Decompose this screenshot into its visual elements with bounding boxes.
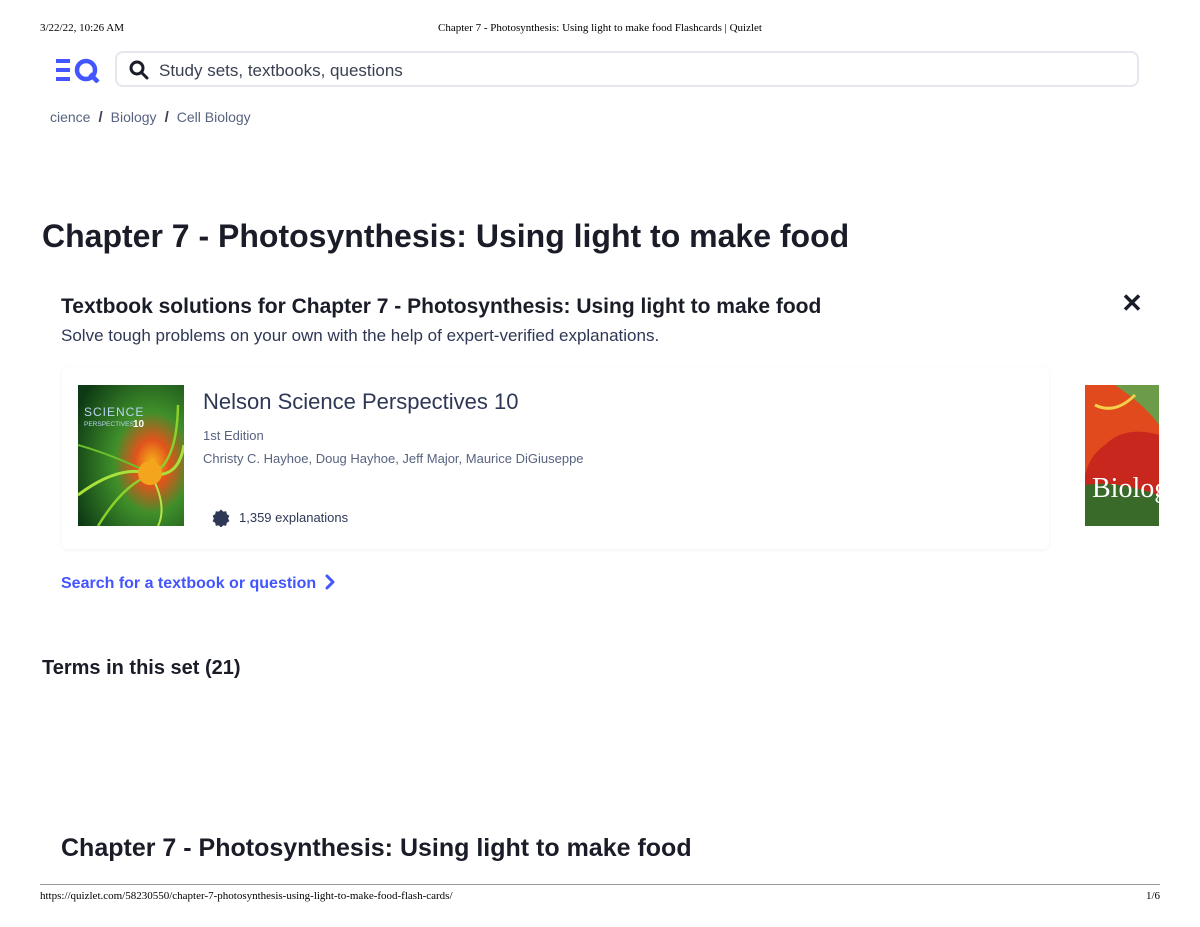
chevron-right-icon [325,574,335,590]
print-footer: https://quizlet.com/58230550/chapter-7-p… [40,884,1160,904]
set-title: Chapter 7 - Photosynthesis: Using light … [61,834,692,862]
search-bar[interactable]: Study sets, textbooks, questions [115,51,1139,87]
footer-divider [40,884,1160,885]
book-title[interactable]: Nelson Science Perspectives 10 [203,389,519,415]
book-edition: 1st Edition [203,428,264,443]
book-authors: Christy C. Hayhoe, Doug Hayhoe, Jeff Maj… [203,451,584,466]
explanations-count: 1,359 explanations [239,510,349,525]
verified-badge-icon [212,509,230,527]
print-title: Chapter 7 - Photosynthesis: Using light … [438,22,762,34]
print-header: 3/22/22, 10:26 AM Chapter 7 - Photosynth… [40,22,1160,36]
textbook-card-partial[interactable]: Biolog [1067,367,1200,549]
textbook-card[interactable]: SCIENCE PERSPECTIVES 10 Nelson Science P… [62,367,1049,549]
cover-number: 10 [133,419,145,430]
quizlet-logo-icon[interactable] [54,57,100,83]
search-input[interactable]: Study sets, textbooks, questions [159,61,403,81]
book-cover: Biolog [1085,385,1159,526]
breadcrumb-biology[interactable]: Biology [111,109,157,125]
search-textbook-link[interactable]: Search for a textbook or question [61,574,336,593]
cover-subtitle: PERSPECTIVES [84,421,135,428]
breadcrumb-cell-biology[interactable]: Cell Biology [177,109,251,125]
page-title: Chapter 7 - Photosynthesis: Using light … [42,218,850,254]
textbook-section-title: Textbook solutions for Chapter 7 - Photo… [61,295,822,318]
cover-title: SCIENCE [84,405,144,419]
cover-title: Biolog [1092,473,1159,504]
breadcrumb-science[interactable]: cience [50,109,90,125]
terms-heading: Terms in this set (21) [42,657,241,679]
search-icon [129,60,149,80]
textbook-section-subtitle: Solve tough problems on your own with th… [61,326,660,345]
search-textbook-link-label: Search for a textbook or question [61,575,317,592]
breadcrumb-separator: / [164,108,169,126]
breadcrumb: cience / Biology / Cell Biology [50,108,251,126]
close-icon[interactable]: ✕ [1120,290,1144,316]
print-url: https://quizlet.com/58230550/chapter-7-p… [40,890,453,902]
breadcrumb-separator: / [98,108,103,126]
page-number: 1/6 [1145,890,1160,902]
book-cover: SCIENCE PERSPECTIVES 10 [78,385,184,526]
